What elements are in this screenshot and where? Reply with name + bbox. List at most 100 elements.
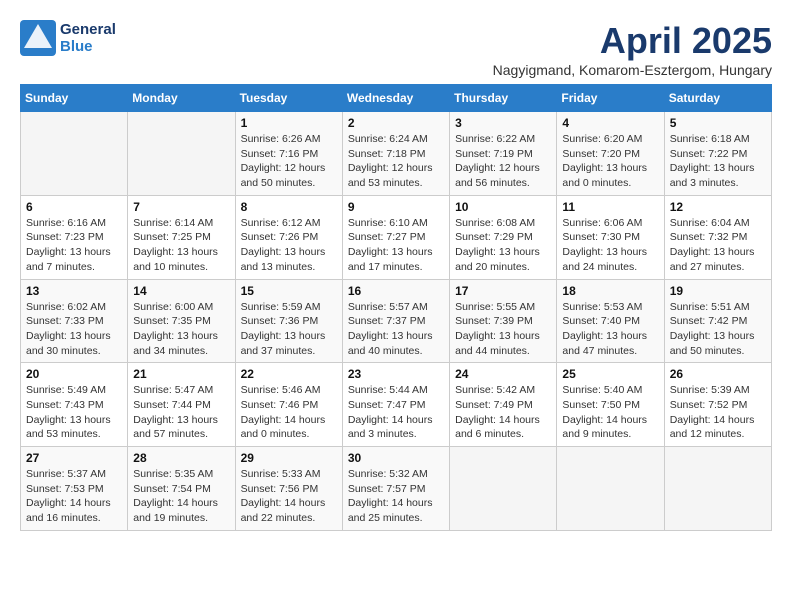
day-info: Sunrise: 5:49 AMSunset: 7:43 PMDaylight:… — [26, 383, 122, 442]
day-info: Sunrise: 6:24 AMSunset: 7:18 PMDaylight:… — [348, 132, 444, 191]
day-info: Sunrise: 6:20 AMSunset: 7:20 PMDaylight:… — [562, 132, 658, 191]
day-info: Sunrise: 6:02 AMSunset: 7:33 PMDaylight:… — [26, 300, 122, 359]
calendar-week-3: 13 Sunrise: 6:02 AMSunset: 7:33 PMDayligh… — [21, 279, 772, 363]
day-info: Sunrise: 5:55 AMSunset: 7:39 PMDaylight:… — [455, 300, 551, 359]
column-header-friday: Friday — [557, 85, 664, 112]
day-number: 11 — [562, 200, 658, 214]
location: Nagyigmand, Komarom-Esztergom, Hungary — [493, 62, 772, 78]
calendar-cell — [128, 112, 235, 196]
logo-general: General — [60, 21, 116, 38]
calendar-cell: 20 Sunrise: 5:49 AMSunset: 7:43 PMDayligh… — [21, 363, 128, 447]
column-header-monday: Monday — [128, 85, 235, 112]
calendar-cell: 17 Sunrise: 5:55 AMSunset: 7:39 PMDayligh… — [450, 279, 557, 363]
calendar-table: SundayMondayTuesdayWednesdayThursdayFrid… — [20, 84, 772, 531]
day-info: Sunrise: 6:16 AMSunset: 7:23 PMDaylight:… — [26, 216, 122, 275]
calendar-cell: 11 Sunrise: 6:06 AMSunset: 7:30 PMDayligh… — [557, 195, 664, 279]
day-info: Sunrise: 5:47 AMSunset: 7:44 PMDaylight:… — [133, 383, 229, 442]
day-number: 19 — [670, 284, 766, 298]
day-info: Sunrise: 5:39 AMSunset: 7:52 PMDaylight:… — [670, 383, 766, 442]
calendar-cell: 23Sunrise: 5:44 AMSunset: 7:47 PMDayligh… — [342, 363, 449, 447]
day-info: Sunrise: 5:35 AMSunset: 7:54 PMDaylight:… — [133, 467, 229, 526]
calendar-cell: 1 Sunrise: 6:26 AMSunset: 7:16 PMDaylight… — [235, 112, 342, 196]
day-number: 22 — [241, 367, 337, 381]
day-number: 20 — [26, 367, 122, 381]
calendar-week-5: 27Sunrise: 5:37 AMSunset: 7:53 PMDayligh… — [21, 447, 772, 531]
day-info: Sunrise: 5:57 AMSunset: 7:37 PMDaylight:… — [348, 300, 444, 359]
day-number: 30 — [348, 451, 444, 465]
calendar-cell: 22 Sunrise: 5:46 AMSunset: 7:46 PMDayligh… — [235, 363, 342, 447]
day-number: 13 — [26, 284, 122, 298]
calendar-cell: 13 Sunrise: 6:02 AMSunset: 7:33 PMDayligh… — [21, 279, 128, 363]
calendar-cell: 26 Sunrise: 5:39 AMSunset: 7:52 PMDayligh… — [664, 363, 771, 447]
day-number: 9 — [348, 200, 444, 214]
calendar-cell: 27Sunrise: 5:37 AMSunset: 7:53 PMDayligh… — [21, 447, 128, 531]
day-number: 17 — [455, 284, 551, 298]
month-title: April 2025 — [493, 20, 772, 62]
day-info: Sunrise: 5:40 AMSunset: 7:50 PMDaylight:… — [562, 383, 658, 442]
calendar-cell: 14 Sunrise: 6:00 AMSunset: 7:35 PMDayligh… — [128, 279, 235, 363]
day-info: Sunrise: 6:06 AMSunset: 7:30 PMDaylight:… — [562, 216, 658, 275]
calendar-cell: 9Sunrise: 6:10 AMSunset: 7:27 PMDaylight… — [342, 195, 449, 279]
day-number: 21 — [133, 367, 229, 381]
day-info: Sunrise: 6:14 AMSunset: 7:25 PMDaylight:… — [133, 216, 229, 275]
logo-blue: Blue — [60, 38, 116, 55]
day-info: Sunrise: 6:18 AMSunset: 7:22 PMDaylight:… — [670, 132, 766, 191]
column-header-tuesday: Tuesday — [235, 85, 342, 112]
calendar-cell: 19Sunrise: 5:51 AMSunset: 7:42 PMDayligh… — [664, 279, 771, 363]
column-header-wednesday: Wednesday — [342, 85, 449, 112]
day-info: Sunrise: 6:08 AMSunset: 7:29 PMDaylight:… — [455, 216, 551, 275]
day-number: 25 — [562, 367, 658, 381]
day-number: 2 — [348, 116, 444, 130]
day-number: 12 — [670, 200, 766, 214]
day-info: Sunrise: 6:26 AMSunset: 7:16 PMDaylight:… — [241, 132, 337, 191]
calendar-week-1: 1 Sunrise: 6:26 AMSunset: 7:16 PMDaylight… — [21, 112, 772, 196]
calendar-header-row: SundayMondayTuesdayWednesdayThursdayFrid… — [21, 85, 772, 112]
day-info: Sunrise: 5:46 AMSunset: 7:46 PMDaylight:… — [241, 383, 337, 442]
day-info: Sunrise: 5:59 AMSunset: 7:36 PMDaylight:… — [241, 300, 337, 359]
calendar-cell: 4 Sunrise: 6:20 AMSunset: 7:20 PMDaylight… — [557, 112, 664, 196]
day-number: 18 — [562, 284, 658, 298]
calendar-cell: 8Sunrise: 6:12 AMSunset: 7:26 PMDaylight… — [235, 195, 342, 279]
calendar-cell: 24 Sunrise: 5:42 AMSunset: 7:49 PMDayligh… — [450, 363, 557, 447]
day-number: 14 — [133, 284, 229, 298]
day-number: 16 — [348, 284, 444, 298]
calendar-cell — [450, 447, 557, 531]
day-number: 28 — [133, 451, 229, 465]
day-info: Sunrise: 5:44 AMSunset: 7:47 PMDaylight:… — [348, 383, 444, 442]
calendar-cell: 2 Sunrise: 6:24 AMSunset: 7:18 PMDaylight… — [342, 112, 449, 196]
day-info: Sunrise: 5:32 AMSunset: 7:57 PMDaylight:… — [348, 467, 444, 526]
column-header-thursday: Thursday — [450, 85, 557, 112]
header: General Blue April 2025 Nagyigmand, Koma… — [20, 20, 772, 78]
calendar-cell: 15Sunrise: 5:59 AMSunset: 7:36 PMDayligh… — [235, 279, 342, 363]
day-info: Sunrise: 6:00 AMSunset: 7:35 PMDaylight:… — [133, 300, 229, 359]
calendar-cell: 16 Sunrise: 5:57 AMSunset: 7:37 PMDayligh… — [342, 279, 449, 363]
calendar-week-4: 20 Sunrise: 5:49 AMSunset: 7:43 PMDayligh… — [21, 363, 772, 447]
day-info: Sunrise: 5:33 AMSunset: 7:56 PMDaylight:… — [241, 467, 337, 526]
day-number: 29 — [241, 451, 337, 465]
calendar-cell — [21, 112, 128, 196]
calendar-cell: 25 Sunrise: 5:40 AMSunset: 7:50 PMDayligh… — [557, 363, 664, 447]
title-area: April 2025 Nagyigmand, Komarom-Esztergom… — [493, 20, 772, 78]
calendar-cell: 6Sunrise: 6:16 AMSunset: 7:23 PMDaylight… — [21, 195, 128, 279]
day-number: 24 — [455, 367, 551, 381]
day-number: 26 — [670, 367, 766, 381]
day-number: 8 — [241, 200, 337, 214]
day-info: Sunrise: 5:53 AMSunset: 7:40 PMDaylight:… — [562, 300, 658, 359]
day-info: Sunrise: 5:42 AMSunset: 7:49 PMDaylight:… — [455, 383, 551, 442]
day-info: Sunrise: 5:37 AMSunset: 7:53 PMDaylight:… — [26, 467, 122, 526]
calendar-cell — [664, 447, 771, 531]
logo-text: General Blue — [60, 21, 116, 55]
day-number: 5 — [670, 116, 766, 130]
day-number: 1 — [241, 116, 337, 130]
day-number: 4 — [562, 116, 658, 130]
calendar-cell: 12 Sunrise: 6:04 AMSunset: 7:32 PMDayligh… — [664, 195, 771, 279]
column-header-sunday: Sunday — [21, 85, 128, 112]
calendar-cell: 10Sunrise: 6:08 AMSunset: 7:29 PMDayligh… — [450, 195, 557, 279]
day-info: Sunrise: 6:04 AMSunset: 7:32 PMDaylight:… — [670, 216, 766, 275]
calendar-week-2: 6Sunrise: 6:16 AMSunset: 7:23 PMDaylight… — [21, 195, 772, 279]
day-number: 7 — [133, 200, 229, 214]
logo-icon — [20, 20, 56, 56]
calendar-body: 1 Sunrise: 6:26 AMSunset: 7:16 PMDaylight… — [21, 112, 772, 531]
calendar-cell: 5 Sunrise: 6:18 AMSunset: 7:22 PMDaylight… — [664, 112, 771, 196]
calendar-cell: 3Sunrise: 6:22 AMSunset: 7:19 PMDaylight… — [450, 112, 557, 196]
